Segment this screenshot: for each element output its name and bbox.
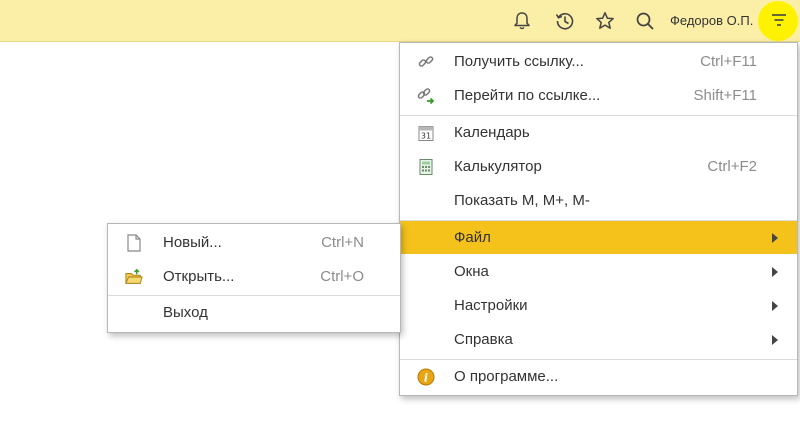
menu-item-label: Новый... — [163, 234, 222, 251]
submenu-item-new[interactable]: Новый... Ctrl+N — [108, 226, 400, 259]
svg-text:i: i — [424, 372, 428, 385]
submenu-arrow-icon — [772, 301, 778, 311]
history-icon[interactable] — [555, 11, 575, 31]
menu-item-shortcut: Ctrl+N — [321, 234, 364, 251]
main-menu: Получить ссылку... Ctrl+F11 Перейти по с… — [399, 42, 798, 396]
menu-item-file[interactable]: Файл — [400, 221, 797, 254]
menu-item-shortcut: Ctrl+F2 — [707, 158, 757, 175]
menu-item-settings[interactable]: Настройки — [400, 289, 797, 322]
menu-item-about[interactable]: i О программе... — [400, 360, 797, 393]
menu-item-calculator[interactable]: Калькулятор Ctrl+F2 — [400, 150, 797, 183]
goto-link-icon — [417, 87, 435, 105]
submenu-arrow-icon — [772, 233, 778, 243]
link-icon — [417, 53, 435, 71]
menu-item-label: Открыть... — [163, 268, 235, 285]
submenu-item-exit[interactable]: Выход — [108, 296, 400, 329]
menu-item-calendar[interactable]: 31 Календарь — [400, 116, 797, 149]
bell-icon[interactable] — [512, 11, 532, 31]
menu-item-label: О программе... — [454, 368, 559, 385]
submenu-item-open[interactable]: Открыть... Ctrl+O — [108, 260, 400, 293]
svg-text:31: 31 — [421, 132, 431, 141]
menu-item-label: Настройки — [454, 297, 528, 314]
menu-item-label: Показать M, M+, M- — [454, 192, 590, 209]
menu-item-label: Окна — [454, 263, 489, 280]
menu-icon[interactable] — [769, 10, 789, 30]
search-icon[interactable] — [635, 11, 655, 31]
menu-item-show-memory[interactable]: Показать M, M+, M- — [400, 184, 797, 217]
menu-item-get-link[interactable]: Получить ссылку... Ctrl+F11 — [400, 45, 797, 78]
calendar-icon: 31 — [417, 124, 435, 142]
menu-item-label: Получить ссылку... — [454, 53, 584, 70]
menu-item-goto-link[interactable]: Перейти по ссылке... Shift+F11 — [400, 79, 797, 112]
calculator-icon — [417, 158, 435, 176]
menu-item-label: Справка — [454, 331, 513, 348]
menu-item-label: Перейти по ссылке... — [454, 87, 601, 104]
menu-item-label: Файл — [454, 229, 491, 246]
user-name[interactable]: Федоров О.П. — [670, 13, 753, 28]
menu-item-help[interactable]: Справка — [400, 323, 797, 356]
info-icon: i — [417, 368, 435, 386]
top-bar: Федоров О.П. — [0, 0, 800, 42]
menu-item-label: Выход — [163, 304, 208, 321]
menu-item-label: Календарь — [454, 124, 530, 141]
star-icon[interactable] — [595, 11, 615, 31]
menu-item-label: Калькулятор — [454, 158, 542, 175]
menu-item-shortcut: Ctrl+F11 — [700, 53, 757, 70]
submenu-arrow-icon — [772, 335, 778, 345]
open-folder-icon — [125, 268, 143, 286]
menu-item-windows[interactable]: Окна — [400, 255, 797, 288]
menu-item-shortcut: Ctrl+O — [320, 268, 364, 285]
menu-item-shortcut: Shift+F11 — [693, 87, 757, 104]
new-document-icon — [125, 234, 143, 252]
submenu-arrow-icon — [772, 267, 778, 277]
file-submenu: Новый... Ctrl+N Открыть... Ctrl+O Выход — [107, 223, 401, 333]
